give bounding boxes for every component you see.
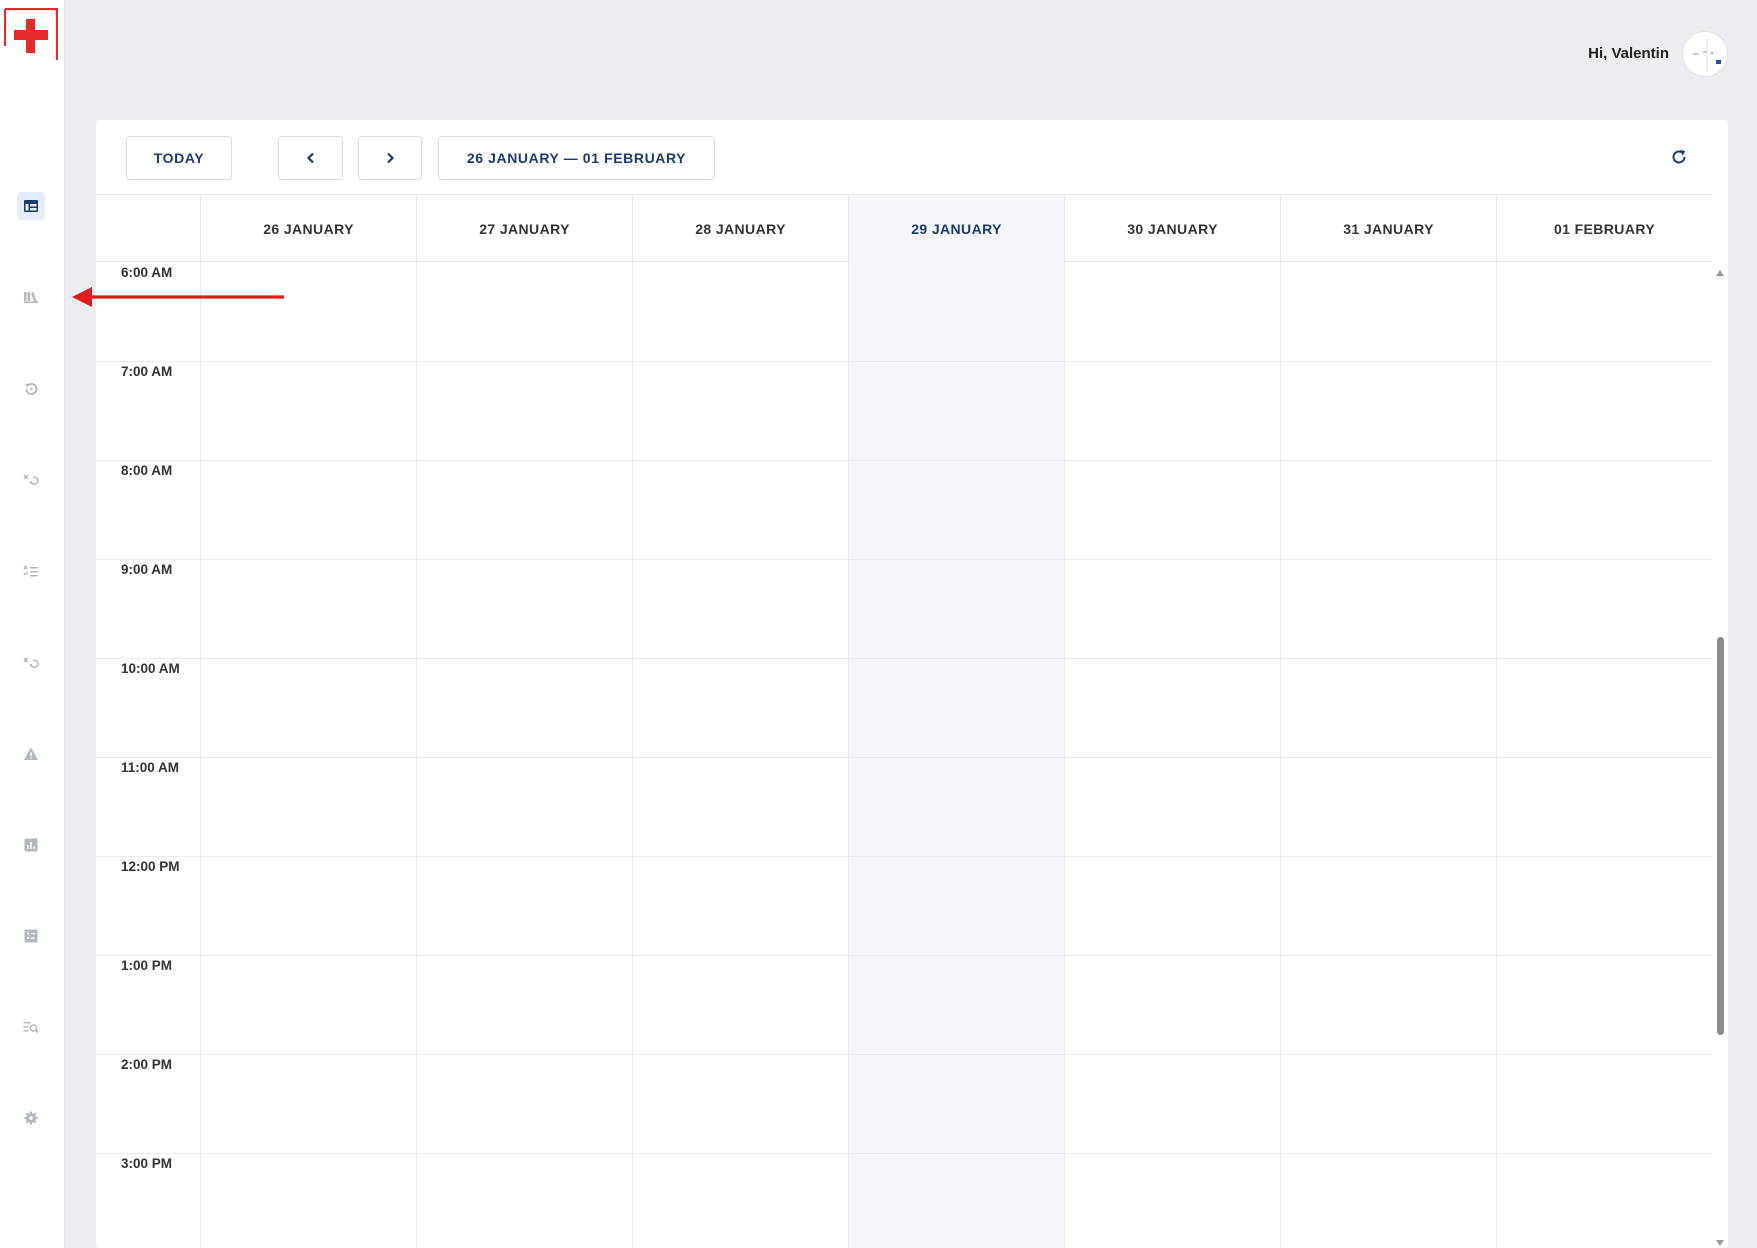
time-label: 1:00 PM bbox=[121, 958, 173, 973]
day-header[interactable]: 26 JANUARY bbox=[200, 195, 416, 262]
time-label: 8:00 AM bbox=[121, 463, 173, 478]
time-label: 3:00 PM bbox=[121, 1156, 173, 1171]
sidebar bbox=[0, 0, 65, 1248]
top-bar: Hi, Valentin bbox=[66, 0, 1757, 110]
sidebar-item-search[interactable] bbox=[17, 1013, 45, 1041]
hour-divider bbox=[96, 856, 1712, 857]
calendar-card: TODAY 26 JANUARY — 01 FEBRUARY 26 JANUAR… bbox=[96, 120, 1728, 1248]
date-range-button[interactable]: 26 JANUARY — 01 FEBRUARY bbox=[438, 136, 715, 180]
warning-icon bbox=[24, 747, 38, 760]
chevron-left-icon bbox=[306, 152, 314, 164]
calendar-toolbar: TODAY 26 JANUARY — 01 FEBRUARY bbox=[96, 120, 1728, 194]
day-header[interactable]: 27 JANUARY bbox=[416, 195, 632, 262]
day-column-divider bbox=[1064, 262, 1065, 1248]
hospital-cross-logo[interactable] bbox=[4, 8, 58, 62]
day-column-divider bbox=[416, 262, 417, 1248]
today-button[interactable]: TODAY bbox=[126, 136, 232, 180]
hour-divider bbox=[96, 658, 1712, 659]
avatar-image bbox=[1693, 38, 1721, 72]
day-header[interactable]: 29 JANUARY bbox=[848, 195, 1064, 262]
day-header[interactable]: 30 JANUARY bbox=[1064, 195, 1280, 262]
history-icon bbox=[25, 383, 38, 395]
calendar-day-header: 26 JANUARY 27 JANUARY 28 JANUARY 29 JANUARY… bbox=[96, 194, 1712, 262]
today-column-highlight bbox=[848, 262, 1064, 1248]
time-label: 12:00 PM bbox=[121, 859, 180, 874]
hour-divider bbox=[96, 460, 1712, 461]
day-column-divider bbox=[632, 262, 633, 1248]
day-column-divider bbox=[1496, 262, 1497, 1248]
day-header[interactable]: 01 FEBRUARY bbox=[1496, 195, 1712, 262]
sidebar-item-warnings[interactable] bbox=[17, 740, 45, 768]
hour-divider bbox=[96, 955, 1712, 956]
scroll-up-arrow-icon[interactable] bbox=[1716, 270, 1724, 276]
hour-divider bbox=[96, 1153, 1712, 1154]
day-column-divider bbox=[1280, 262, 1281, 1248]
scrollbar-thumb[interactable] bbox=[1717, 637, 1724, 1035]
previous-week-button[interactable] bbox=[278, 136, 343, 180]
hour-divider bbox=[96, 757, 1712, 758]
sidebar-item-statistics[interactable] bbox=[17, 831, 45, 859]
time-label: 9:00 AM bbox=[121, 562, 173, 577]
sidebar-item-reports[interactable] bbox=[17, 922, 45, 950]
calendar-table-icon bbox=[24, 200, 38, 212]
day-header[interactable]: 28 JANUARY bbox=[632, 195, 848, 262]
sidebar-item-checklist[interactable] bbox=[17, 557, 45, 585]
search-list-icon bbox=[23, 1022, 39, 1034]
sidebar-item-history[interactable] bbox=[17, 375, 45, 403]
time-label: 7:00 AM bbox=[121, 364, 173, 379]
sidebar-item-cancelled-history[interactable] bbox=[17, 466, 45, 494]
sidebar-item-cancelled-history-2[interactable] bbox=[17, 649, 45, 677]
sidebar-item-library[interactable] bbox=[17, 283, 45, 311]
report-icon bbox=[24, 929, 38, 943]
library-icon bbox=[24, 292, 38, 303]
scroll-down-arrow-icon[interactable] bbox=[1716, 1240, 1724, 1246]
hour-divider bbox=[96, 1054, 1712, 1055]
bar-chart-icon bbox=[24, 838, 38, 852]
calendar-time-grid[interactable]: 6:00 AM 7:00 AM 8:00 AM 9:00 AM 10:00 AM 11:0… bbox=[96, 262, 1712, 1248]
next-week-button[interactable] bbox=[358, 136, 422, 180]
checklist-icon bbox=[23, 565, 38, 577]
day-column-divider bbox=[200, 262, 201, 1248]
hour-divider bbox=[96, 361, 1712, 362]
time-label: 11:00 AM bbox=[121, 760, 180, 775]
gear-icon bbox=[24, 1111, 38, 1125]
user-greeting: Hi, Valentin bbox=[1588, 45, 1669, 62]
avatar[interactable] bbox=[1682, 31, 1728, 77]
vertical-scrollbar[interactable] bbox=[1712, 262, 1728, 1248]
time-label: 2:00 PM bbox=[121, 1057, 173, 1072]
time-label: 6:00 AM bbox=[121, 265, 173, 280]
refresh-icon[interactable] bbox=[1668, 146, 1690, 168]
sidebar-item-calendar[interactable] bbox=[17, 192, 45, 220]
cancel-history-icon bbox=[23, 474, 39, 485]
cancel-history-icon bbox=[23, 657, 39, 668]
chevron-right-icon bbox=[387, 152, 395, 164]
day-column-divider bbox=[848, 262, 849, 1248]
hour-divider bbox=[96, 559, 1712, 560]
sidebar-item-settings[interactable] bbox=[17, 1104, 45, 1132]
day-header[interactable]: 31 JANUARY bbox=[1280, 195, 1496, 262]
time-label: 10:00 AM bbox=[121, 661, 180, 676]
